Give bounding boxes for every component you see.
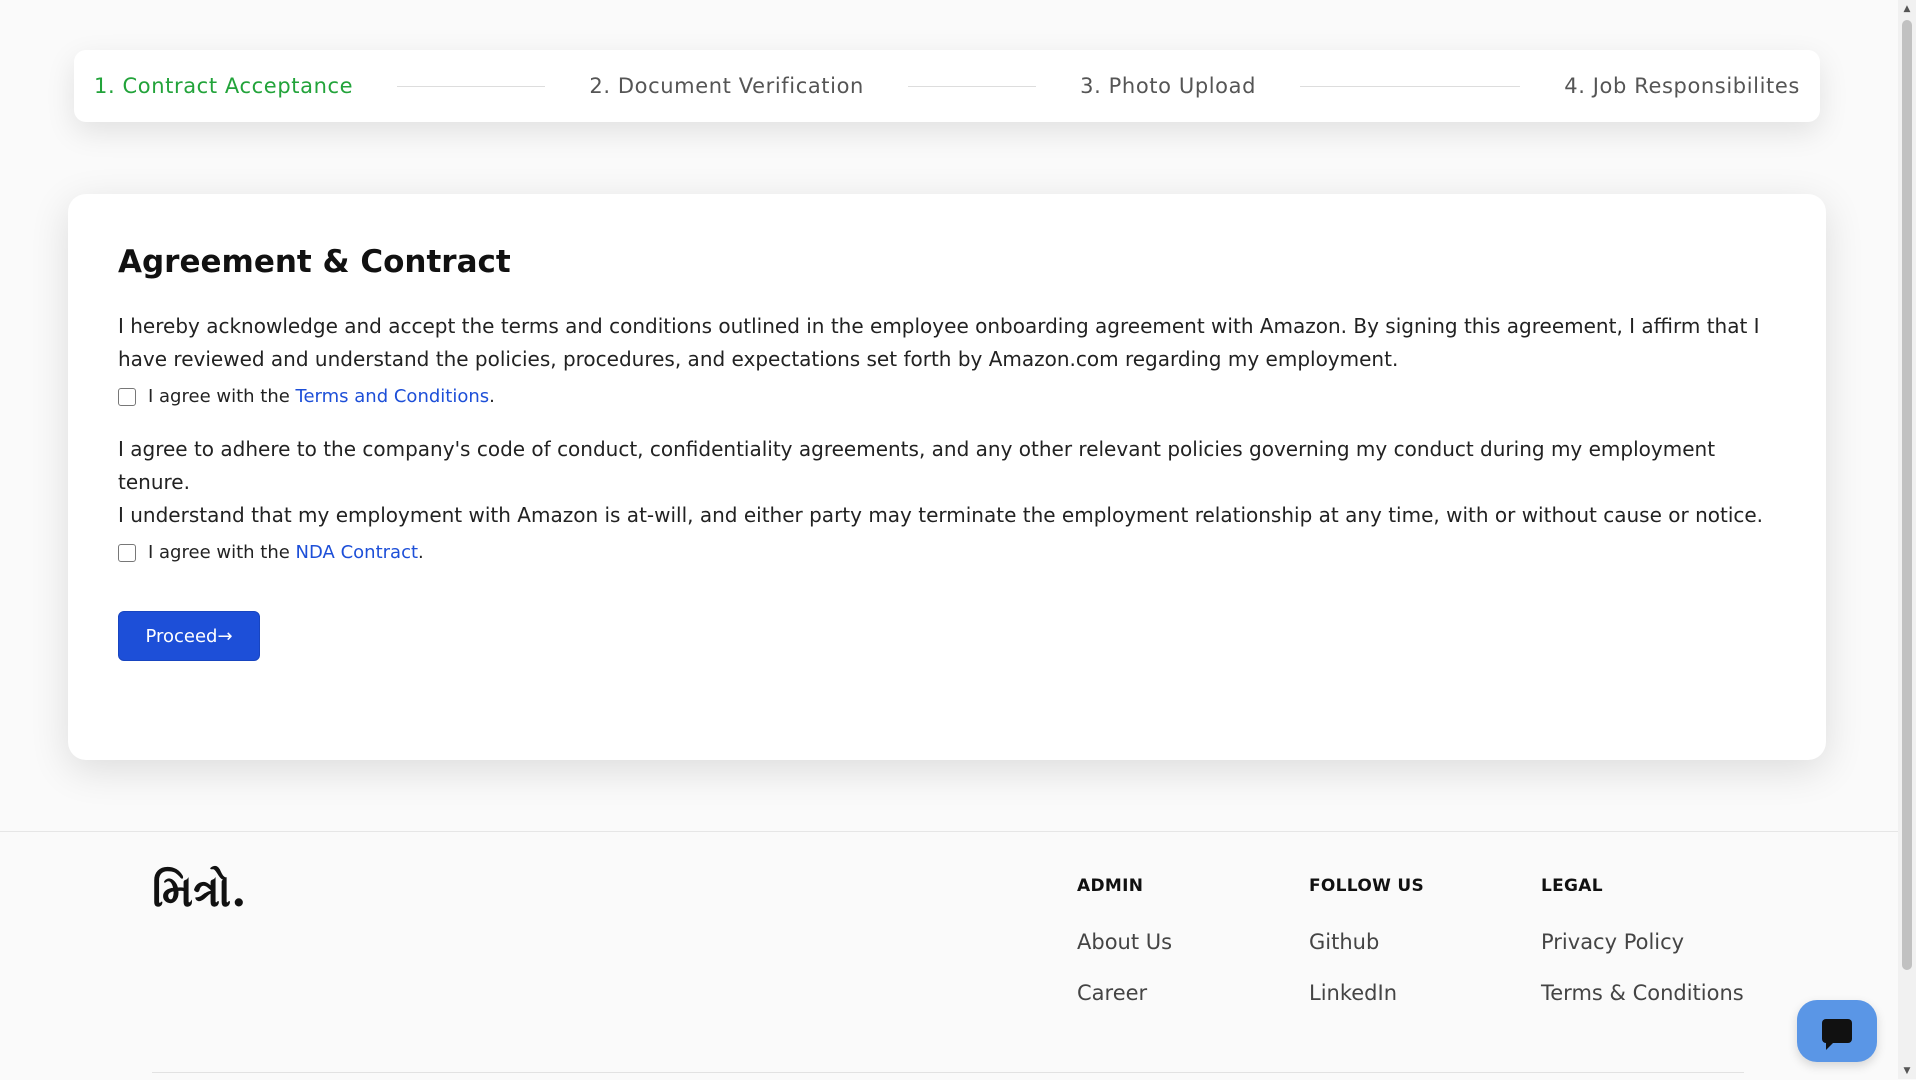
footer-column-admin: ADMIN About Us Career <box>1077 876 1172 1032</box>
footer-column-follow-us: FOLLOW US Github LinkedIn <box>1309 876 1424 1032</box>
page: 1. Contract Acceptance 2. Document Verif… <box>0 0 1898 1080</box>
agreement-card: Agreement & Contract I hereby acknowledg… <box>68 194 1826 760</box>
footer-link-github[interactable]: Github <box>1309 930 1424 954</box>
footer: મિત્રો. ADMIN About Us Career FOLLOW US … <box>0 831 1898 1080</box>
footer-heading-admin: ADMIN <box>1077 876 1144 896</box>
footer-column-legal: LEGAL Privacy Policy Terms & Conditions <box>1541 876 1744 1032</box>
step-connector <box>1300 85 1521 87</box>
footer-link-career[interactable]: Career <box>1077 981 1172 1005</box>
scrollbar-thumb[interactable] <box>1902 20 1912 970</box>
at-will-paragraph: I understand that my employment with Ama… <box>118 503 1764 527</box>
onboarding-stepper: 1. Contract Acceptance 2. Document Verif… <box>74 50 1820 122</box>
step-job-responsibilities[interactable]: 4. Job Responsibilites <box>1564 74 1800 98</box>
scroll-up-arrow-icon[interactable]: ▲ <box>1898 0 1916 17</box>
footer-divider <box>152 1072 1744 1073</box>
page-scrollbar[interactable]: ▲ ▼ <box>1898 0 1916 1079</box>
nda-period: . <box>418 542 424 563</box>
conduct-paragraph: I agree to adhere to the company's code … <box>118 437 1716 494</box>
step-document-verification[interactable]: 2. Document Verification <box>589 74 864 98</box>
chat-widget-button[interactable] <box>1797 1000 1877 1062</box>
nda-contract-link[interactable]: NDA Contract <box>296 542 418 563</box>
terms-and-conditions-link[interactable]: Terms and Conditions <box>296 386 490 407</box>
site-logo[interactable]: મિત્રો. <box>152 866 246 917</box>
nda-checkbox[interactable] <box>118 543 136 562</box>
terms-agreement-text: I agree with the <box>148 386 296 407</box>
nda-agreement-row: I agree with the NDA Contract . <box>118 542 1776 563</box>
proceed-button[interactable]: Proceed→ <box>118 611 260 661</box>
step-connector <box>397 85 546 87</box>
step-connector <box>908 85 1037 87</box>
step-contract-acceptance[interactable]: 1. Contract Acceptance <box>94 74 353 98</box>
footer-link-terms-conditions[interactable]: Terms & Conditions <box>1541 981 1744 1005</box>
nda-agreement-text: I agree with the <box>148 542 296 563</box>
footer-link-privacy-policy[interactable]: Privacy Policy <box>1541 930 1744 954</box>
scroll-down-arrow-icon[interactable]: ▼ <box>1898 1062 1916 1079</box>
terms-checkbox[interactable] <box>118 387 136 406</box>
footer-link-linkedin[interactable]: LinkedIn <box>1309 981 1424 1005</box>
chat-bubble-icon <box>1822 1019 1852 1050</box>
terms-period: . <box>489 386 495 407</box>
footer-link-about-us[interactable]: About Us <box>1077 930 1172 954</box>
card-title: Agreement & Contract <box>118 244 511 280</box>
footer-heading-legal: LEGAL <box>1541 876 1603 896</box>
agreement-paragraph: I hereby acknowledge and accept the term… <box>118 314 1760 371</box>
terms-agreement-row: I agree with the Terms and Conditions . <box>118 386 1776 407</box>
step-photo-upload[interactable]: 3. Photo Upload <box>1080 74 1256 98</box>
footer-heading-follow-us: FOLLOW US <box>1309 876 1424 896</box>
